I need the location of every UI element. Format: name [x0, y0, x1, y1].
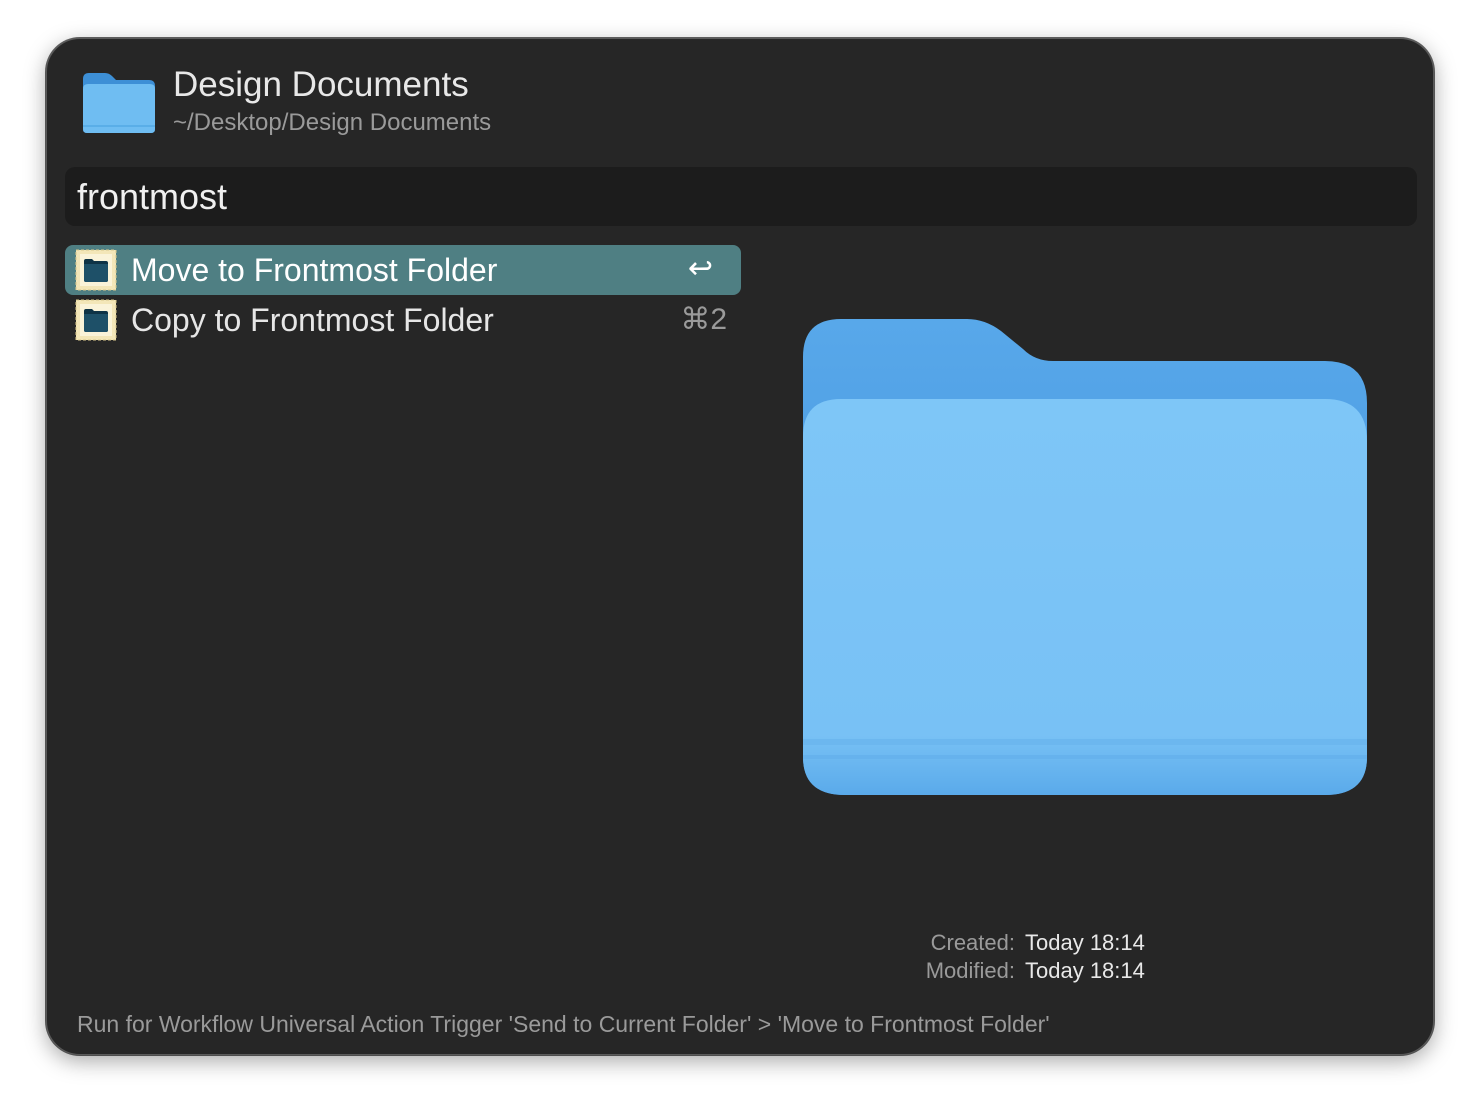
result-label: Copy to Frontmost Folder [131, 302, 494, 338]
folder-icon [83, 73, 155, 133]
status-footer: Run for Workflow Universal Action Trigge… [77, 1011, 1050, 1037]
search-input[interactable] [77, 167, 1397, 226]
created-label: Created: [930, 930, 1015, 955]
result-item-move[interactable]: Move to Frontmost Folder ↩ [65, 245, 741, 295]
large-folder-icon [803, 319, 1367, 795]
header-title: Design Documents [173, 65, 469, 104]
workflow-stamp-folder-icon [75, 299, 117, 341]
result-label: Move to Frontmost Folder [131, 252, 498, 288]
modified-label: Modified: [925, 958, 1015, 983]
results-list: Move to Frontmost Folder ↩ Copy to Front… [65, 245, 741, 345]
modified-value: Today 18:14 [1025, 958, 1145, 983]
created-value: Today 18:14 [1025, 930, 1145, 955]
shortcut-hint: ⌘2 [680, 303, 727, 336]
file-metadata: Created: Today 18:14 Modified: Today 18:… [887, 929, 1167, 985]
alfred-window: Design Documents ~/Desktop/Design Docume… [46, 38, 1434, 1055]
workflow-stamp-folder-icon [75, 249, 117, 291]
result-item-copy[interactable]: Copy to Frontmost Folder ⌘2 [65, 295, 741, 345]
search-bar [65, 167, 1417, 226]
header-path: ~/Desktop/Design Documents [173, 109, 492, 136]
return-key-icon: ↩ [687, 252, 713, 285]
